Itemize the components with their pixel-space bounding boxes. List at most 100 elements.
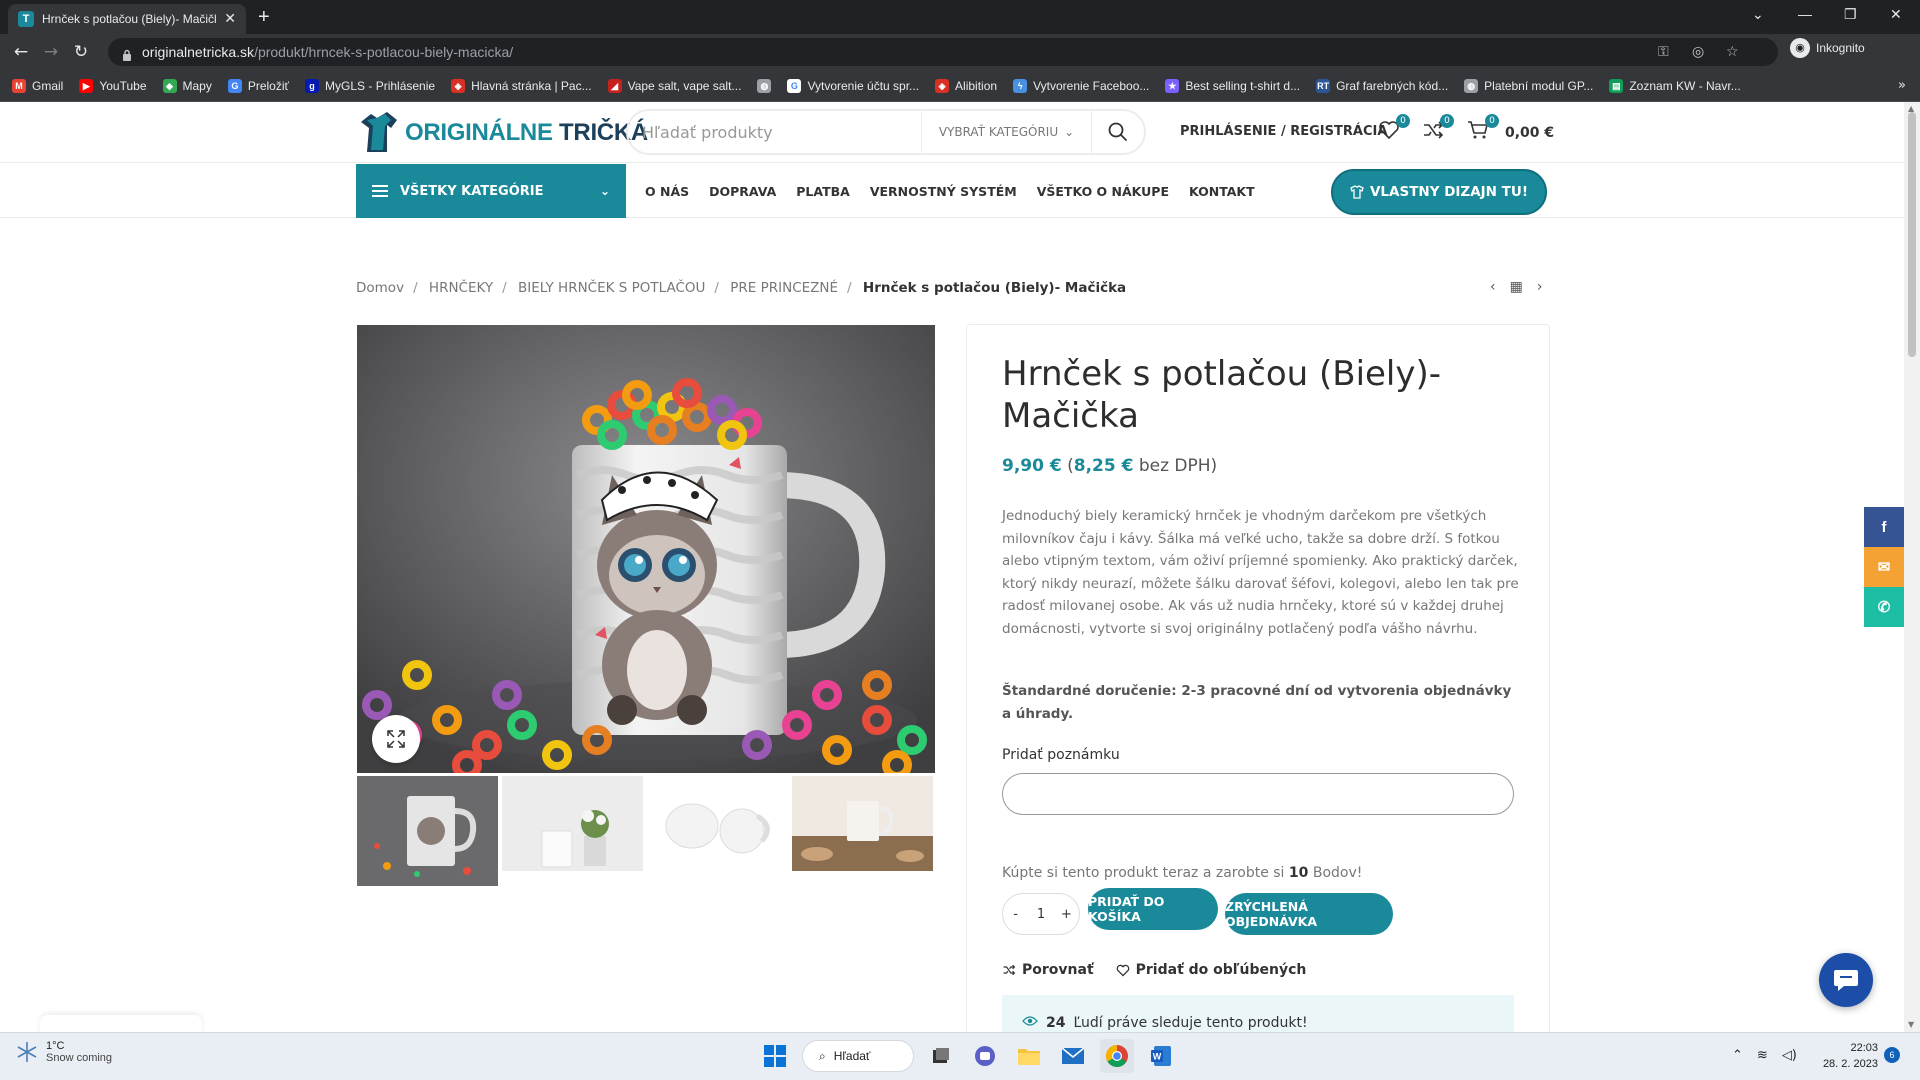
thumbnail-2[interactable] bbox=[502, 776, 643, 886]
thumbnail-3[interactable] bbox=[647, 776, 788, 886]
new-tab-icon[interactable]: + bbox=[258, 6, 270, 29]
volume-icon[interactable]: ◁) bbox=[1782, 1048, 1797, 1063]
bookmark-label: Platební modul GP... bbox=[1484, 78, 1594, 93]
incognito-icon: ◉ bbox=[1790, 38, 1810, 58]
scroll-down-icon[interactable]: ▼ bbox=[1908, 1020, 1914, 1029]
bookmark-item[interactable]: ◈ Hlavná stránka | Pac... bbox=[451, 78, 592, 93]
menu-item-kontakt[interactable]: KONTAKT bbox=[1189, 184, 1255, 199]
back-icon[interactable]: ← bbox=[6, 42, 36, 62]
qty-minus-button[interactable]: - bbox=[1004, 907, 1028, 922]
bookmark-item[interactable]: ◍ bbox=[757, 78, 772, 93]
restore-icon[interactable]: ❐ bbox=[1844, 6, 1857, 23]
bookmark-item[interactable]: ▤ Zoznam KW - Navr... bbox=[1609, 78, 1741, 93]
key-icon[interactable]: ⚿ bbox=[1658, 44, 1669, 60]
chat-button[interactable] bbox=[1819, 953, 1873, 1007]
chrome-button[interactable] bbox=[1100, 1039, 1134, 1073]
close-tab-icon[interactable]: ✕ bbox=[224, 11, 236, 27]
thumbnail-1[interactable] bbox=[357, 776, 498, 886]
incognito-indicator[interactable]: ◉ Inkognito bbox=[1790, 38, 1865, 58]
bookmark-item[interactable]: g MyGLS - Prihlásenie bbox=[305, 78, 435, 93]
add-to-cart-button[interactable]: PRIDAŤ DO KOŠÍKA bbox=[1088, 888, 1218, 930]
note-input[interactable] bbox=[1002, 773, 1514, 815]
category-select[interactable]: VYBRAŤ KATEGÓRIU ⌄ bbox=[922, 111, 1092, 153]
zoom-button[interactable] bbox=[372, 715, 420, 763]
qty-input[interactable]: 1 bbox=[1029, 907, 1053, 922]
breadcrumb-biely-hrncek[interactable]: BIELY HRNČEK S POTLAČOU bbox=[518, 280, 705, 296]
search-button[interactable] bbox=[1092, 122, 1144, 142]
site-logo[interactable]: ORIGINÁLNE TRIČKÁ bbox=[357, 112, 648, 154]
menu-item-vsetko-o-nakupe[interactable]: VŠETKO O NÁKUPE bbox=[1037, 184, 1169, 199]
tab-search-icon[interactable]: ⌄ bbox=[1752, 6, 1764, 23]
bookmark-item[interactable]: M Gmail bbox=[12, 78, 63, 93]
wifi-icon[interactable]: ≋ bbox=[1757, 1048, 1768, 1063]
bookmark-item[interactable]: G Preložiť bbox=[227, 78, 289, 93]
start-button[interactable] bbox=[758, 1039, 792, 1073]
weather-widget[interactable]: 1°C Snow coming bbox=[16, 1040, 112, 1064]
facebook-icon[interactable]: f bbox=[1864, 507, 1904, 547]
breadcrumb-hrnceky[interactable]: HRNČEKY bbox=[429, 280, 493, 296]
bookmark-label: Graf farebných kód... bbox=[1336, 78, 1449, 93]
breadcrumb-separator: / bbox=[847, 280, 852, 296]
delivery-info: Štandardné doručenie: 2-3 pracovné dní o… bbox=[1002, 683, 1512, 722]
minimize-icon[interactable]: — bbox=[1798, 6, 1812, 22]
bookmark-item[interactable]: ◢ Vape salt, vape salt... bbox=[607, 78, 741, 93]
bookmark-item[interactable]: G Vytvorenie účtu spr... bbox=[787, 78, 919, 93]
next-product-icon[interactable]: › bbox=[1537, 279, 1543, 295]
whatsapp-icon[interactable]: ✆ bbox=[1864, 587, 1904, 627]
explorer-button[interactable] bbox=[1012, 1039, 1046, 1073]
menu-item-doprava[interactable]: DOPRAVA bbox=[709, 184, 776, 199]
breadcrumb: Domov / HRNČEKY / BIELY HRNČEK S POTLAČOU /… bbox=[356, 280, 1128, 296]
cart-button[interactable]: 0 bbox=[1467, 114, 1499, 144]
menu-item-platba[interactable]: PLATBA bbox=[796, 184, 850, 199]
cookie-tab[interactable] bbox=[40, 1015, 202, 1032]
search-input[interactable]: Hľadať produkty bbox=[628, 111, 922, 153]
wishlist-button[interactable]: 0 bbox=[1378, 114, 1410, 144]
scrollbar-thumb[interactable] bbox=[1908, 112, 1916, 357]
thumbnail-4[interactable] bbox=[792, 776, 933, 886]
compare-link[interactable]: Porovnať bbox=[1002, 962, 1094, 978]
mail-button[interactable] bbox=[1056, 1039, 1090, 1073]
cart-total[interactable]: 0,00 € bbox=[1505, 125, 1554, 141]
reload-icon[interactable]: ↻ bbox=[66, 42, 96, 62]
menu-item-o-nas[interactable]: O NÁS bbox=[645, 184, 689, 199]
grid-icon[interactable]: ▦ bbox=[1510, 279, 1523, 295]
address-bar[interactable]: originalnetricka.sk/produkt/hrncek-s-pot… bbox=[108, 38, 1778, 66]
breadcrumb-separator: / bbox=[502, 280, 507, 296]
login-link[interactable]: PRIHLÁSENIE / REGISTRÁCIA bbox=[1180, 124, 1387, 139]
product-main-image[interactable] bbox=[357, 325, 935, 773]
page-scrollbar[interactable]: ▲ ▼ bbox=[1904, 102, 1920, 1032]
email-icon[interactable]: ✉ bbox=[1864, 547, 1904, 587]
notification-badge[interactable]: 6 bbox=[1884, 1047, 1900, 1063]
bookmark-item[interactable]: ◈ Alibition bbox=[935, 78, 997, 93]
compare-button[interactable]: 0 bbox=[1422, 114, 1454, 144]
prev-product-icon[interactable]: ‹ bbox=[1490, 279, 1496, 295]
all-categories-button[interactable]: VŠETKY KATEGÓRIE ⌄ bbox=[356, 164, 626, 218]
bookmark-item[interactable]: ◍ Platební modul GP... bbox=[1464, 78, 1594, 93]
bookmark-item[interactable]: ★ Best selling t-shirt d... bbox=[1165, 78, 1300, 93]
breadcrumb-pre-princezne[interactable]: PRE PRINCEZNÉ bbox=[730, 280, 838, 296]
chat-app-icon bbox=[975, 1046, 995, 1066]
forward-icon[interactable]: → bbox=[36, 42, 66, 62]
bookmark-item[interactable]: RT Graf farebných kód... bbox=[1316, 78, 1449, 93]
close-window-icon[interactable]: ✕ bbox=[1890, 6, 1902, 23]
custom-design-button[interactable]: VLASTNY DIZAJN TU! bbox=[1331, 169, 1547, 215]
qty-plus-button[interactable]: + bbox=[1054, 907, 1078, 922]
bookmark-item[interactable]: ◆ Mapy bbox=[162, 78, 212, 93]
word-button[interactable]: W bbox=[1144, 1039, 1178, 1073]
taskview-button[interactable] bbox=[924, 1039, 958, 1073]
bookmark-item[interactable]: ϟ Vytvorenie Faceboo... bbox=[1013, 78, 1149, 93]
taskbar-search[interactable]: ⌕ Hľadať bbox=[802, 1040, 914, 1072]
quick-order-button[interactable]: ZRÝCHLENÁ OBJEDNÁVKA bbox=[1225, 893, 1393, 935]
menu-item-vernostny-system[interactable]: VERNOSTNÝ SYSTÉM bbox=[870, 184, 1017, 199]
cart-count-badge: 0 bbox=[1485, 114, 1499, 128]
bookmarks-overflow-icon[interactable]: » bbox=[1898, 78, 1906, 93]
clock[interactable]: 22:03 28. 2. 2023 bbox=[1810, 1040, 1878, 1072]
chevron-up-icon[interactable]: ⌃ bbox=[1732, 1048, 1743, 1063]
wishlist-link[interactable]: Pridať do obľúbených bbox=[1116, 962, 1306, 978]
bookmark-item[interactable]: ▶ YouTube bbox=[79, 78, 147, 93]
teams-button[interactable] bbox=[968, 1039, 1002, 1073]
browser-tab-active[interactable]: T Hrnček s potlačou (Biely)- Mačičk ✕ bbox=[8, 4, 246, 34]
eye-off-icon[interactable]: ◎ bbox=[1692, 44, 1704, 60]
breadcrumb-home[interactable]: Domov bbox=[356, 280, 404, 296]
bookmark-star-icon[interactable]: ☆ bbox=[1726, 44, 1739, 60]
